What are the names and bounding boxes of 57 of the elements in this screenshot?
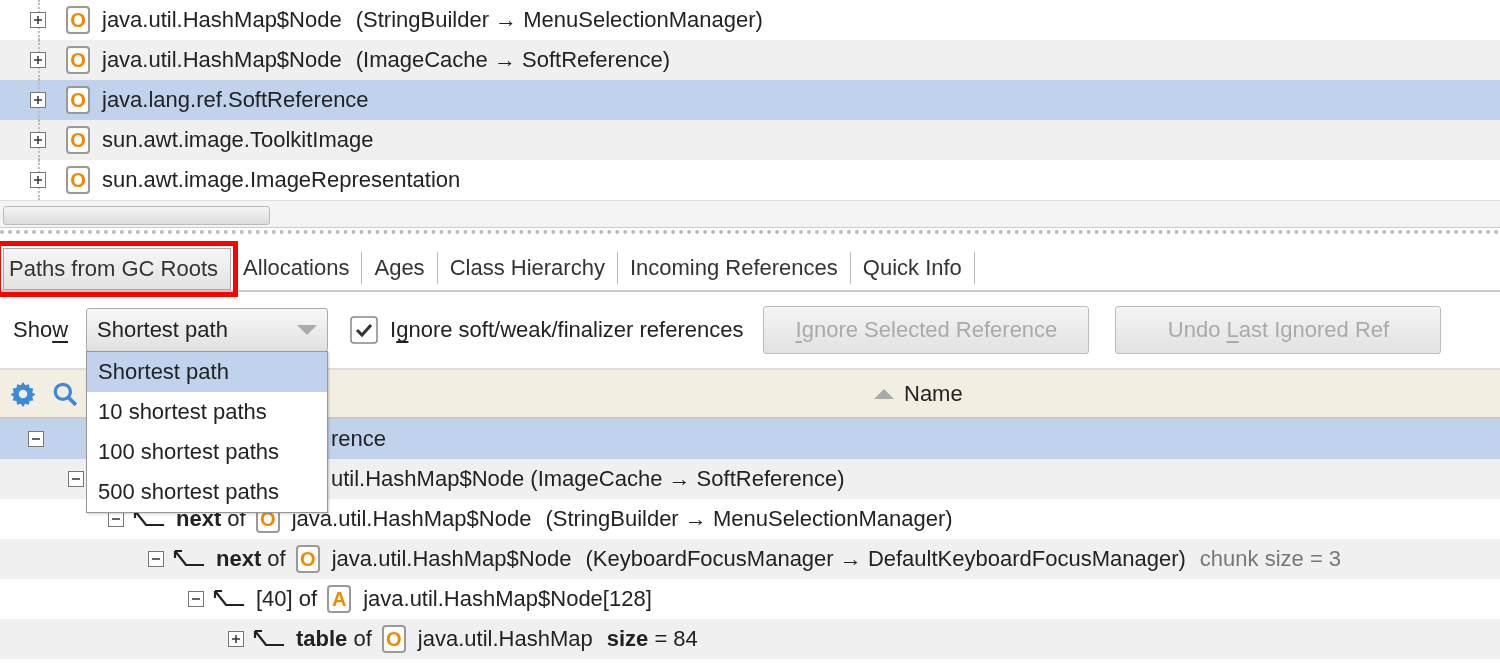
object-badge: A — [327, 585, 352, 613]
reference-field: next of — [216, 546, 286, 572]
reference-field: [40] of — [256, 586, 318, 612]
tab[interactable]: Quick Info — [850, 252, 975, 284]
column-title[interactable]: Name — [904, 380, 963, 407]
reference-field: table of — [296, 626, 372, 652]
tab[interactable]: Incoming References — [617, 252, 851, 284]
expand-icon[interactable] — [28, 431, 44, 447]
object-badge: O — [66, 86, 90, 114]
class-name: sun.awt.image.ImageRepresentation — [102, 167, 461, 193]
class-name: java.util.HashMap$Node — [102, 47, 342, 73]
tab[interactable]: Ages — [362, 252, 438, 284]
checkbox-label[interactable]: Ignore soft/weak/finalizer references — [390, 317, 744, 343]
expand-icon[interactable] — [188, 591, 204, 607]
node-detail: (StringBuilder → MenuSelectionManager) — [355, 7, 763, 33]
object-badge: O — [66, 6, 90, 34]
node-detail: (KeyboardFocusManager → DefaultKeyboardFocusManager) — [585, 546, 1186, 572]
chunk-size: chunk size = 3 — [1199, 546, 1342, 572]
tree-row[interactable]: next of O java.util.HashMap$Node (KeyboardFocusManager → DefaultKeyboardFocusManager) chunk size = 3 — [0, 539, 1500, 579]
settings-icon[interactable] — [10, 380, 36, 407]
list-row[interactable]: O sun.awt.image.ToolkitImage — [0, 120, 1500, 160]
tree-row[interactable]: table of O java.util.HashMap size = 84 — [0, 619, 1500, 659]
path-dropdown[interactable]: Shortest path — [86, 308, 329, 352]
search-icon[interactable] — [52, 380, 78, 407]
list-row[interactable]: O java.util.HashMap$Node (ImageCache → SoftReference) — [0, 40, 1500, 80]
object-badge: O — [66, 166, 90, 194]
class-name: java.util.HashMap$Node — [102, 7, 342, 33]
tab[interactable]: Class Hierarchy — [437, 252, 618, 284]
expand-icon[interactable] — [228, 631, 244, 647]
checkbox[interactable] — [350, 316, 379, 344]
list-row[interactable]: O java.lang.ref.SoftReference — [0, 80, 1500, 120]
node-detail: (ImageCache → SoftReference) — [355, 47, 670, 73]
object-badge: O — [66, 46, 90, 74]
expand-icon[interactable] — [30, 132, 46, 148]
expand-icon[interactable] — [30, 92, 46, 108]
menu-option[interactable]: Shortest path — [87, 352, 328, 392]
class-name: java.util.HashMap$Node[128] — [363, 586, 652, 612]
class-name: java.util.HashMap$Node — [331, 546, 572, 572]
horizontal-scrollbar[interactable] — [0, 200, 1500, 228]
object-badge: O — [66, 126, 90, 154]
show-label: Show — [13, 317, 69, 343]
expand-icon[interactable] — [148, 551, 164, 567]
class-name: sun.awt.image.ToolkitImage — [102, 127, 374, 153]
expand-icon[interactable] — [30, 172, 46, 188]
expand-icon[interactable] — [30, 12, 46, 28]
node-text: util.HashMap$Node (ImageCache → SoftReference) — [331, 466, 845, 492]
class-name: java.util.HashMap — [417, 626, 593, 652]
object-badge: O — [381, 625, 406, 653]
node-text: rence — [331, 426, 387, 452]
object-badge: O — [295, 545, 320, 573]
tab[interactable]: Allocations — [231, 252, 363, 284]
expand-icon[interactable] — [30, 52, 46, 68]
caret-icon — [297, 325, 318, 335]
expand-icon[interactable] — [68, 471, 84, 487]
node-detail: size = 84 — [606, 626, 698, 652]
class-name: java.lang.ref.SoftReference — [102, 87, 369, 113]
node-detail: (StringBuilder → MenuSelectionManager) — [545, 506, 953, 532]
